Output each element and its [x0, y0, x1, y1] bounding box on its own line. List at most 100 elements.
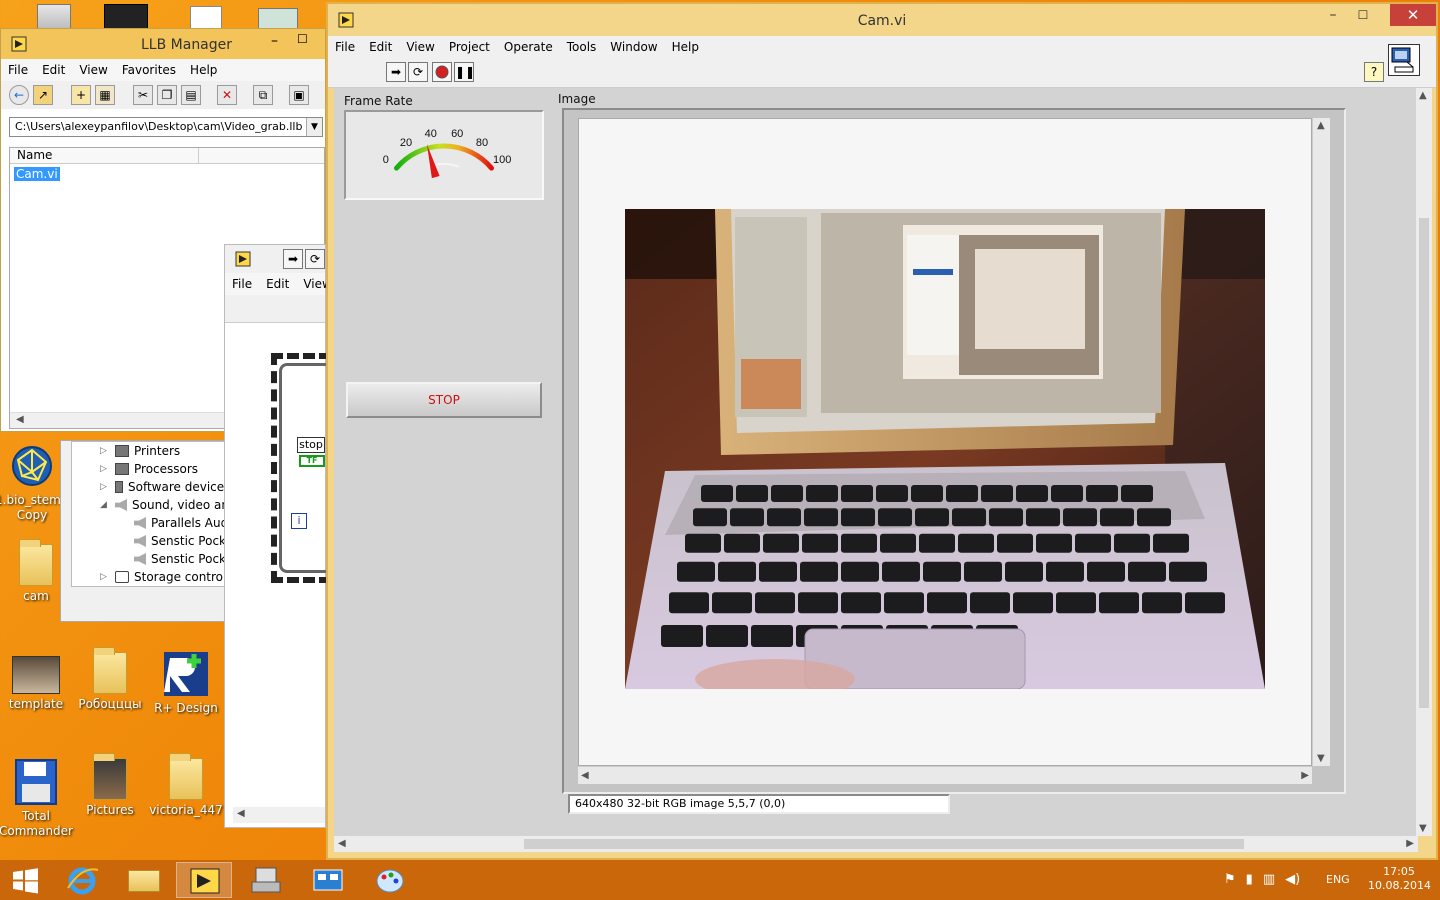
menu-file[interactable]: File: [225, 277, 259, 291]
menu-edit[interactable]: Edit: [259, 277, 296, 291]
menu-file[interactable]: File: [1, 63, 35, 77]
horizontal-scrollbar[interactable]: ◀: [10, 412, 224, 428]
desktop-icon-victoria[interactable]: victoria_447: [148, 753, 224, 818]
boolean-terminal[interactable]: TF: [299, 455, 325, 467]
scroll-up-icon[interactable]: ▲: [1317, 120, 1325, 131]
back-icon[interactable]: ←: [9, 85, 29, 105]
maximize-button[interactable]: ☐: [297, 32, 308, 46]
expand-arrow-icon[interactable]: ▷: [100, 572, 110, 582]
file-explorer-taskbar[interactable]: [116, 862, 172, 898]
menu-window[interactable]: Window: [603, 40, 664, 54]
network-status-icon[interactable]: ▥: [1263, 872, 1275, 887]
library-icon[interactable]: ▣: [289, 85, 309, 105]
image-horizontal-scrollbar[interactable]: ◀ ▶: [578, 766, 1312, 784]
tree-row-sound[interactable]: ◢ Sound, video and: [100, 496, 237, 514]
tree-row-processors[interactable]: ▷ Processors: [100, 460, 198, 478]
open-folder-icon[interactable]: ↗: [33, 85, 53, 105]
llb-titlebar[interactable]: LLB Manager – ☐: [1, 29, 325, 59]
volume-icon[interactable]: ◀): [1285, 872, 1300, 887]
menu-view[interactable]: View: [72, 63, 114, 77]
run-icon[interactable]: ➡: [386, 62, 406, 82]
desktop-icon-template[interactable]: template: [0, 656, 74, 712]
scroll-thumb[interactable]: [524, 839, 1244, 849]
delete-icon[interactable]: ✕: [217, 85, 237, 105]
window-horizontal-scrollbar[interactable]: ◀ ▶: [334, 836, 1418, 852]
frame-rate-gauge[interactable]: 0 20 40 60 80 100: [344, 110, 544, 200]
menu-edit[interactable]: Edit: [35, 63, 72, 77]
scroll-thumb[interactable]: [1419, 218, 1429, 708]
expand-arrow-icon[interactable]: ▷: [100, 482, 110, 492]
copy-icon[interactable]: ❐: [157, 85, 177, 105]
labview-taskbar[interactable]: [176, 862, 232, 898]
scroll-left-icon[interactable]: ◀: [338, 838, 346, 849]
tree-row-storage[interactable]: ▷ Storage controlle: [100, 568, 237, 586]
desktop-icon-total-commander[interactable]: Total Commander: [0, 758, 74, 839]
stop-terminal[interactable]: stop: [297, 437, 325, 453]
menu-project[interactable]: Project: [442, 40, 497, 54]
pause-icon[interactable]: ❚❚: [454, 62, 475, 82]
stop-button[interactable]: STOP: [346, 382, 542, 418]
vi-icon[interactable]: [1388, 44, 1420, 76]
desktop-icon-pictures[interactable]: Pictures: [72, 753, 148, 818]
image-canvas[interactable]: [578, 118, 1312, 766]
scroll-right-icon[interactable]: ▶: [1406, 838, 1414, 849]
help-icon[interactable]: ?: [1364, 62, 1384, 82]
minimize-button[interactable]: –: [271, 33, 278, 49]
network-taskbar[interactable]: [300, 862, 356, 898]
scroll-down-icon[interactable]: ▼: [1317, 753, 1325, 764]
tree-row-senstic-1[interactable]: Senstic Pocke: [134, 532, 233, 550]
paste-icon[interactable]: ▤: [181, 85, 201, 105]
scroll-down-icon[interactable]: ▼: [1419, 823, 1427, 834]
expand-arrow-icon[interactable]: ▷: [100, 464, 110, 474]
menu-view[interactable]: View: [399, 40, 441, 54]
scroll-left-icon[interactable]: ◀: [237, 808, 245, 819]
tree-row-parallels-audio[interactable]: Parallels Aud: [134, 514, 228, 532]
scroll-left-icon[interactable]: ◀: [16, 414, 24, 425]
window-vertical-scrollbar[interactable]: ▲ ▼: [1416, 88, 1432, 836]
clock[interactable]: 17:05 10.08.2014: [1368, 865, 1431, 893]
maximize-button[interactable]: ☐: [1348, 4, 1378, 26]
menu-file[interactable]: File: [328, 40, 362, 54]
scroll-right-icon[interactable]: ▶: [1301, 770, 1309, 781]
run-icon[interactable]: ➡: [283, 249, 303, 269]
path-combobox[interactable]: C:\Users\alexeypanfilov\Desktop\cam\Vide…: [9, 117, 323, 137]
abort-icon[interactable]: [432, 62, 452, 82]
run-continuously-icon[interactable]: ⟳: [408, 62, 428, 82]
cam-titlebar[interactable]: Cam.vi – ☐ ✕: [328, 4, 1436, 36]
expand-arrow-icon[interactable]: ▷: [100, 446, 110, 456]
desktop-icon-rplus-design[interactable]: R+ Design: [148, 650, 224, 716]
menu-operate[interactable]: Operate: [497, 40, 560, 54]
chevron-down-icon[interactable]: ▼: [306, 118, 322, 136]
properties-icon[interactable]: ⧉: [253, 85, 273, 105]
power-icon[interactable]: ▮: [1246, 872, 1253, 887]
menu-edit[interactable]: Edit: [362, 40, 399, 54]
internet-explorer-taskbar[interactable]: [54, 862, 110, 898]
image-vertical-scrollbar[interactable]: ▲ ▼: [1312, 118, 1330, 766]
start-button[interactable]: [0, 862, 50, 898]
desktop-icon-robots[interactable]: Робоцццы: [72, 647, 148, 712]
horizontal-scrollbar[interactable]: ◀: [233, 807, 325, 823]
input-language[interactable]: ENG: [1326, 873, 1350, 886]
menu-tools[interactable]: Tools: [560, 40, 604, 54]
paint-taskbar[interactable]: [362, 862, 418, 898]
menu-favorites[interactable]: Favorites: [115, 63, 183, 77]
tree-row-senstic-2[interactable]: Senstic Pocke: [134, 550, 233, 568]
menu-help[interactable]: Help: [183, 63, 224, 77]
list-item[interactable]: ▶ Cam.vi: [14, 166, 60, 182]
action-center-icon[interactable]: ⚑: [1224, 872, 1236, 887]
new-llb-icon[interactable]: ▦: [95, 85, 115, 105]
cut-icon[interactable]: ✂: [133, 85, 153, 105]
close-button[interactable]: ✕: [1390, 4, 1436, 26]
iteration-terminal[interactable]: i: [291, 513, 307, 529]
tree-row-software-devices[interactable]: ▷ Software devices: [100, 478, 230, 496]
tree-row-printers[interactable]: ▷ Printers: [100, 442, 180, 460]
scroll-up-icon[interactable]: ▲: [1419, 90, 1427, 101]
run-continuously-icon[interactable]: ⟳: [305, 249, 325, 269]
menu-help[interactable]: Help: [665, 40, 706, 54]
new-folder-icon[interactable]: +: [71, 85, 91, 105]
device-manager-taskbar[interactable]: [238, 862, 294, 898]
column-header-name[interactable]: Name: [10, 148, 324, 164]
collapse-arrow-icon[interactable]: ◢: [100, 500, 110, 510]
minimize-button[interactable]: –: [1318, 4, 1348, 26]
scroll-left-icon[interactable]: ◀: [581, 770, 589, 781]
